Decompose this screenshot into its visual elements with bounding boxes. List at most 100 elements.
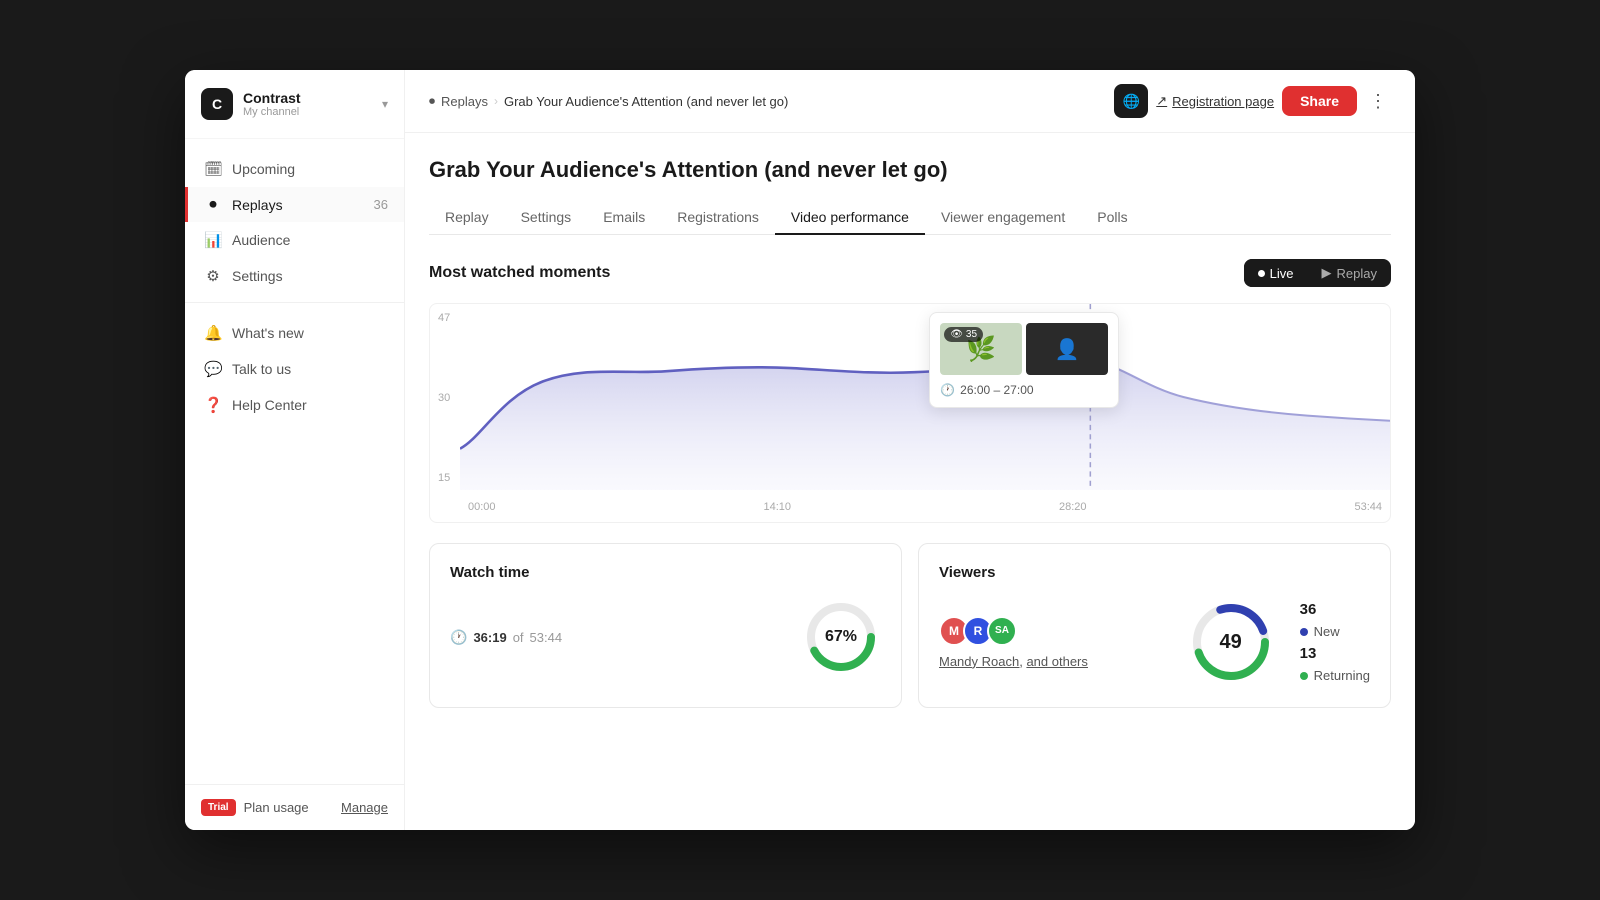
chart-x-labels: 00:00 14:10 28:20 53:44 — [460, 492, 1390, 522]
breadcrumb: ⏺ Replays › Grab Your Audience's Attenti… — [429, 94, 1106, 109]
record-icon: ⏺ — [204, 196, 222, 213]
chart-y-labels: 47 30 15 — [430, 304, 458, 492]
eye-icon: 👁 — [950, 329, 963, 340]
donut-label: 67% — [801, 597, 881, 677]
chart-svg — [460, 304, 1390, 490]
tab-registrations[interactable]: Registrations — [661, 201, 775, 235]
x-label-3: 53:44 — [1354, 501, 1382, 513]
watch-time-card: Watch time 🕐 36:19 of 53:44 — [429, 543, 902, 708]
x-label-0: 00:00 — [468, 501, 496, 513]
replays-badge: 36 — [374, 197, 388, 212]
tab-settings[interactable]: Settings — [505, 201, 588, 235]
tabs-bar: Replay Settings Emails Registrations Vid… — [429, 201, 1391, 235]
legend-new: 36 — [1300, 601, 1370, 618]
y-label-mid: 30 — [438, 392, 450, 404]
sidebar-item-talk-to-us[interactable]: 💬 Talk to us — [185, 351, 404, 387]
share-button[interactable]: Share — [1282, 86, 1357, 116]
viewers-names: Mandy Roach, and others — [939, 654, 1170, 669]
external-link-icon: ↗ — [1156, 93, 1167, 109]
sidebar-item-settings[interactable]: ⚙ Settings — [185, 258, 404, 294]
record-icon: ⏺ — [429, 94, 435, 109]
page-content: Grab Your Audience's Attention (and neve… — [405, 133, 1415, 830]
top-bar: ⏺ Replays › Grab Your Audience's Attenti… — [405, 70, 1415, 133]
tab-polls[interactable]: Polls — [1081, 201, 1143, 235]
chart-area-right — [1090, 363, 1390, 490]
viewers-donut: 49 — [1186, 597, 1276, 687]
plan-usage-label: Plan usage — [244, 800, 309, 815]
sidebar-logo: C — [201, 88, 233, 120]
avatar-3: SA — [987, 616, 1017, 646]
and-others-link[interactable]: and others — [1026, 654, 1087, 669]
x-label-2: 28:20 — [1059, 501, 1087, 513]
breadcrumb-replays[interactable]: ⏺ Replays — [429, 94, 488, 109]
sidebar-item-audience[interactable]: 📊 Audience — [185, 222, 404, 258]
chevron-down-icon: ▾ — [382, 97, 388, 111]
chart-toggle: Live ▶ Replay — [1244, 259, 1391, 287]
tooltip-time: 🕐 26:00 – 27:00 — [940, 383, 1108, 397]
watch-time-donut: 67% — [801, 597, 881, 677]
tooltip-thumbnail-2: 👤 — [1026, 323, 1108, 375]
returning-dot — [1300, 672, 1308, 680]
watch-time-title: Watch time — [450, 564, 881, 581]
sidebar-item-label: Audience — [232, 232, 290, 248]
watch-time-detail: 🕐 36:19 of 53:44 — [450, 629, 785, 646]
sidebar-item-label: Talk to us — [232, 361, 291, 377]
page-title: Grab Your Audience's Attention (and neve… — [429, 157, 1391, 183]
brand-name: Contrast — [243, 90, 372, 106]
legend-new-label: New — [1300, 624, 1370, 639]
help-icon: ❓ — [204, 396, 222, 414]
trial-badge: Trial — [201, 799, 236, 816]
legend-returning-label: Returning — [1300, 668, 1370, 683]
sidebar-item-whats-new[interactable]: 🔔 What's new — [185, 315, 404, 351]
chart-header: Most watched moments Live ▶ Replay — [429, 259, 1391, 287]
chart-title: Most watched moments — [429, 264, 610, 282]
y-label-top: 47 — [438, 312, 450, 324]
tab-video-performance[interactable]: Video performance — [775, 201, 925, 235]
globe-icon: 🌐 — [1123, 93, 1140, 110]
manage-link[interactable]: Manage — [341, 800, 388, 815]
bar-chart-icon: 📊 — [204, 231, 222, 249]
viewers-body: M R SA Mandy Roach, and others — [939, 597, 1370, 687]
sidebar-item-replays[interactable]: ⏺ Replays 36 — [185, 187, 404, 222]
chart-tooltip: 👁 35 🌿 👤 🕐 26:00 – 27:00 — [929, 312, 1119, 408]
sidebar-item-help-center[interactable]: ❓ Help Center — [185, 387, 404, 423]
tab-viewer-engagement[interactable]: Viewer engagement — [925, 201, 1081, 235]
sidebar-header[interactable]: C Contrast My channel ▾ — [185, 70, 404, 139]
new-dot — [1300, 628, 1308, 636]
y-label-bot: 15 — [438, 472, 450, 484]
x-label-1: 14:10 — [763, 501, 791, 513]
sidebar-nav: 🗓 Upcoming ⏺ Replays 36 📊 Audience ⚙ Set… — [185, 139, 404, 784]
main-content: ⏺ Replays › Grab Your Audience's Attenti… — [405, 70, 1415, 830]
chart-section: Most watched moments Live ▶ Replay — [429, 259, 1391, 523]
registration-page-link[interactable]: ↗ Registration page — [1156, 93, 1274, 109]
tooltip-badge: 👁 35 — [944, 327, 983, 342]
toggle-replay-button[interactable]: ▶ Replay — [1308, 259, 1391, 287]
toggle-live-button[interactable]: Live — [1244, 259, 1308, 287]
play-icon: ▶ — [1322, 265, 1332, 281]
viewers-title: Viewers — [939, 564, 1370, 581]
sidebar-footer: Trial Plan usage Manage — [185, 784, 404, 830]
tab-emails[interactable]: Emails — [587, 201, 661, 235]
sidebar-item-label: Upcoming — [232, 161, 295, 177]
viewers-info: M R SA Mandy Roach, and others — [939, 616, 1170, 669]
sidebar-item-upcoming[interactable]: 🗓 Upcoming — [185, 151, 404, 187]
sidebar-item-label: What's new — [232, 325, 304, 341]
breadcrumb-current: Grab Your Audience's Attention (and neve… — [504, 94, 788, 109]
sidebar-divider — [185, 302, 404, 303]
metrics-row: Watch time 🕐 36:19 of 53:44 — [429, 543, 1391, 708]
more-options-button[interactable]: ⋮ — [1365, 91, 1391, 112]
sidebar-secondary: 🔔 What's new 💬 Talk to us ❓ Help Center — [185, 311, 404, 427]
chat-icon: 💬 — [204, 360, 222, 378]
watch-time-info: 🕐 36:19 of 53:44 — [450, 629, 785, 646]
globe-button[interactable]: 🌐 — [1114, 84, 1148, 118]
tab-replay[interactable]: Replay — [429, 201, 505, 235]
sidebar-item-label: Settings — [232, 268, 283, 284]
chart-area: 47 30 15 — [429, 303, 1391, 523]
top-bar-actions: 🌐 ↗ Registration page Share ⋮ — [1114, 84, 1391, 118]
sidebar-item-label: Replays — [232, 197, 283, 213]
viewers-avatars: M R SA — [939, 616, 1170, 646]
gear-icon: ⚙ — [204, 267, 222, 285]
viewers-card: Viewers M R SA Mandy Roach, and others — [918, 543, 1391, 708]
viewers-donut-label: 49 — [1186, 597, 1276, 687]
clock-icon: 🕐 — [450, 629, 467, 646]
